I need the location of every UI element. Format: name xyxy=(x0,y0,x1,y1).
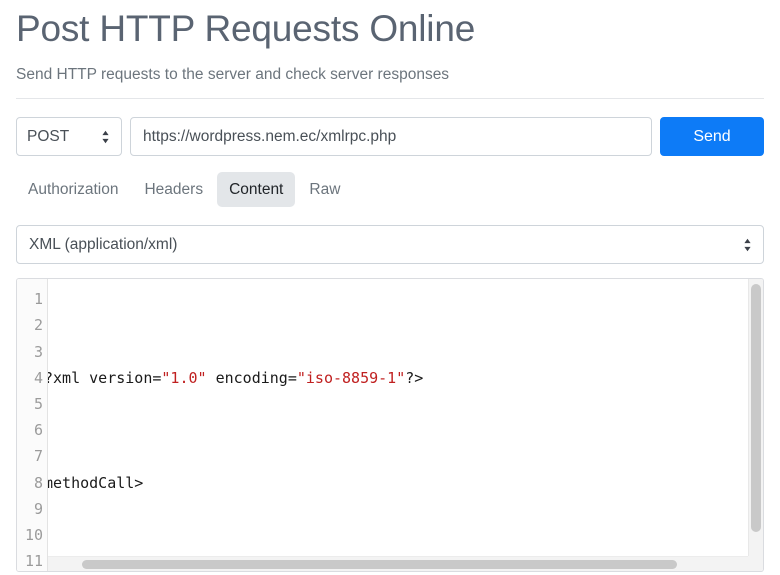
code-token: ?> xyxy=(405,368,424,387)
line-number: 6 xyxy=(33,421,43,440)
code-token: methodCall> xyxy=(48,473,144,492)
tab-headers[interactable]: Headers xyxy=(132,172,215,207)
send-button[interactable]: Send xyxy=(660,117,764,157)
scrollbar-thumb[interactable] xyxy=(82,560,677,570)
line-number: 10 xyxy=(24,525,43,544)
line-number: 7 xyxy=(33,447,43,466)
request-bar: POST Send xyxy=(0,99,780,157)
line-number: 4 xyxy=(33,368,43,387)
code-token: "iso-8859-1" xyxy=(296,368,406,387)
line-number: 2 xyxy=(33,316,43,335)
http-method-select[interactable]: POST xyxy=(16,117,122,157)
page-subtitle: Send HTTP requests to the server and che… xyxy=(16,65,450,83)
line-number: 5 xyxy=(33,395,43,414)
editor-inner: 1 2 3 4 5 6 7 8 9 10 11 ?xml version="1.… xyxy=(17,279,763,572)
tab-raw[interactable]: Raw xyxy=(297,172,352,207)
line-number: 11 xyxy=(24,552,43,571)
scrollbar-thumb[interactable] xyxy=(751,284,761,533)
tab-content[interactable]: Content xyxy=(217,172,296,208)
content-type-row: XML (application/xml) xyxy=(0,207,780,265)
chevron-updown-icon xyxy=(102,130,109,144)
editor-line-number-gutter: 1 2 3 4 5 6 7 8 9 10 11 xyxy=(17,279,48,572)
code-line: methodCall> xyxy=(48,470,685,496)
editor-vertical-scrollbar[interactable] xyxy=(748,279,763,557)
line-number: 3 xyxy=(33,342,43,361)
chevron-updown-icon xyxy=(744,238,751,252)
http-method-value: POST xyxy=(27,127,70,145)
content-type-value: XML (application/xml) xyxy=(29,235,178,253)
tab-authorization[interactable]: Authorization xyxy=(16,172,130,207)
page-title: Post HTTP Requests Online xyxy=(16,8,476,49)
request-body-editor[interactable]: 1 2 3 4 5 6 7 8 9 10 11 ?xml version="1.… xyxy=(16,278,764,573)
editor-code-lines: ?xml version="1.0" encoding="iso-8859-1"… xyxy=(48,286,685,571)
code-token: encoding= xyxy=(206,368,297,387)
page-header: Post HTTP Requests Online Send HTTP requ… xyxy=(0,0,780,85)
code-token: ?xml version= xyxy=(48,368,162,387)
request-tabs: Authorization Headers Content Raw xyxy=(0,156,780,208)
scrollbar-corner xyxy=(748,556,763,572)
code-token: "1.0" xyxy=(161,368,207,387)
line-number: 1 xyxy=(33,290,43,309)
request-url-input[interactable] xyxy=(130,117,652,157)
editor-code-area[interactable]: ?xml version="1.0" encoding="iso-8859-1"… xyxy=(48,279,763,571)
editor-horizontal-scrollbar[interactable] xyxy=(48,556,748,572)
content-type-select[interactable]: XML (application/xml) xyxy=(16,225,764,265)
http-request-tool-page: Post HTTP Requests Online Send HTTP requ… xyxy=(0,0,780,575)
line-number: 8 xyxy=(33,473,43,492)
line-number: 9 xyxy=(33,499,43,518)
code-line: ?xml version="1.0" encoding="iso-8859-1"… xyxy=(48,365,685,391)
